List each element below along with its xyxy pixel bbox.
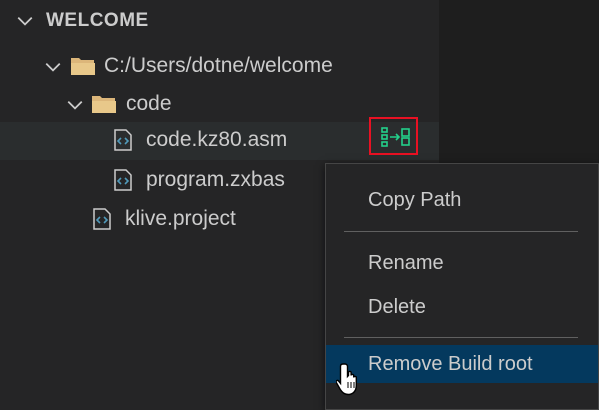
menu-item-label: Remove Build root <box>368 353 533 375</box>
section-header-welcome[interactable]: WELCOME <box>0 0 439 42</box>
code-file-icon <box>114 129 132 151</box>
code-file-icon <box>114 169 132 191</box>
menu-item-copy-path[interactable]: Copy Path <box>326 181 598 219</box>
tree-item-label: program.zxbas <box>146 168 285 191</box>
tree-item-label: code.kz80.asm <box>146 128 288 151</box>
menu-item-label: Delete <box>368 296 426 318</box>
tree-item-label: code <box>126 92 172 115</box>
context-menu: Copy Path Rename Delete Remove Build roo… <box>325 163 599 410</box>
menu-separator <box>344 337 578 338</box>
menu-item-delete[interactable]: Delete <box>326 288 598 326</box>
tree-item-root-folder[interactable]: C:/Users/dotne/welcome <box>0 48 439 86</box>
menu-item-remove-build-root[interactable]: Remove Build root <box>326 345 598 383</box>
menu-separator <box>344 231 578 232</box>
chevron-down-icon <box>45 62 61 72</box>
menu-item-label: Copy Path <box>368 189 462 211</box>
hand-cursor-icon <box>336 363 357 396</box>
folder-open-icon <box>92 96 116 113</box>
project-file-icon <box>93 208 111 230</box>
section-title: WELCOME <box>46 10 149 31</box>
menu-item-label: Rename <box>368 252 444 274</box>
tree-item-label: klive.project <box>125 207 236 230</box>
build-root-icon[interactable] <box>381 127 411 147</box>
menu-item-rename[interactable]: Rename <box>326 244 598 282</box>
tree-item-label: C:/Users/dotne/welcome <box>104 54 333 77</box>
chevron-down-icon <box>17 16 33 26</box>
folder-open-icon <box>71 58 95 75</box>
chevron-down-icon <box>67 100 83 110</box>
